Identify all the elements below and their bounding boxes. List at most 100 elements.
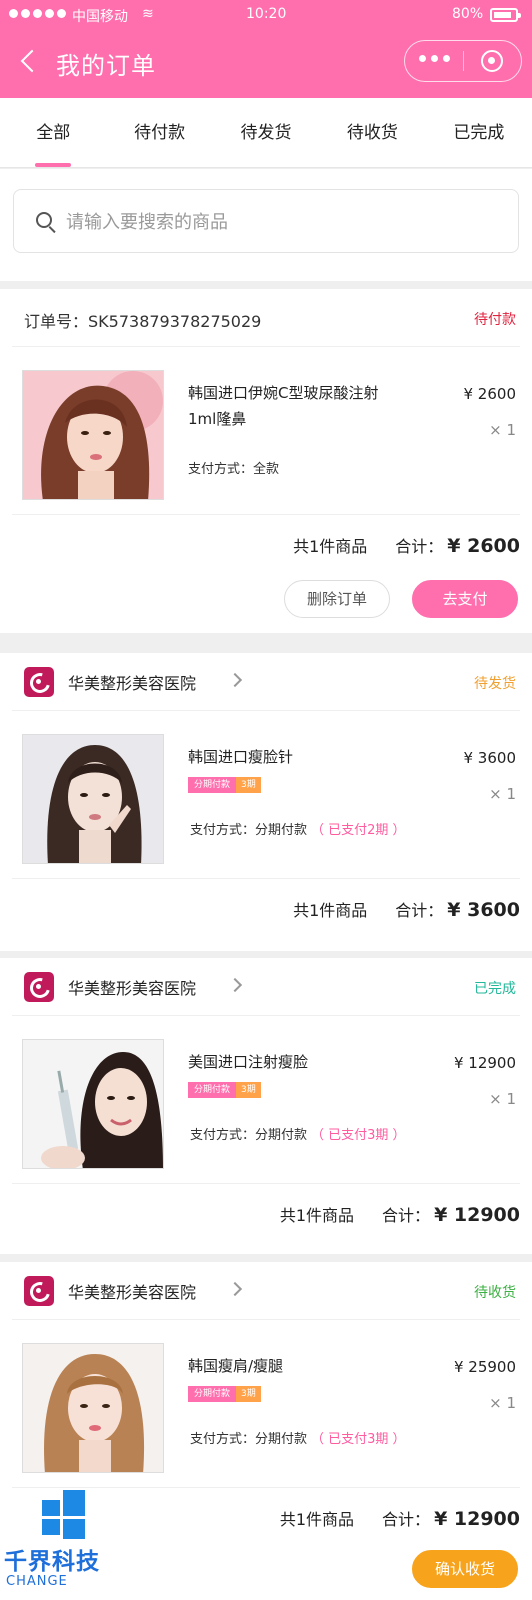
back-arrow-icon[interactable] [16,50,40,74]
product-thumbnail [22,1039,164,1169]
installment-tag-label: 分期付款 [188,1386,237,1402]
order-card: 订单号：SK573879378275029 待付款 韩国进口伊婉C型玻尿酸注射1… [0,289,532,633]
hospital-name: 华美整形美容医院 [68,979,197,998]
payment-method-label: 支付方式：分期付款 [190,1432,308,1447]
clock: 10:20 [246,6,287,22]
product-price: ¥ 25900 [453,1358,516,1376]
status-bar: 中国移动 ≋ 10:20 80% [0,0,532,30]
product-name: 韩国进口瘦脸针 [188,748,294,766]
installment-tag-periods: 3期 [236,777,261,793]
product-thumbnail [22,734,164,864]
confirm-receipt-button[interactable]: 确认收货 [412,1550,518,1588]
installment-tag-periods: 3期 [236,1082,261,1098]
payment-progress: （ 已支付3期 ） [311,1432,406,1447]
page-title: 我的订单 [56,52,156,80]
order-product[interactable]: 美国进口注射瘦脸 分期付款 3期 ¥ 12900 × 1 支付方式：分期付款（ 已… [12,1016,520,1184]
product-price: ¥ 3600 [463,749,517,767]
order-card-header[interactable]: 华美整形美容医院 已完成 [12,958,520,1016]
tab-pending-shipment[interactable]: 待发货 [213,98,319,167]
order-product[interactable]: 韩国瘦肩/瘦腿 分期付款 3期 ¥ 25900 × 1 支付方式：分期付款（ 已支… [12,1320,520,1488]
mini-program-capsule [404,40,522,82]
chevron-right-icon [227,977,243,993]
tab-all[interactable]: 全部 [0,98,106,167]
order-card-header: 订单号：SK573879378275029 待付款 [12,289,520,347]
wifi-icon: ≋ [142,6,154,22]
payment-method: 支付方式：分期付款（ 已支付3期 ） [190,1428,406,1447]
item-count: 共1件商品 [279,1206,355,1225]
payment-method-label: 支付方式：分期付款 [190,1128,308,1143]
product-price: ¥ 2600 [463,385,517,403]
product-name: 韩国瘦肩/瘦腿 [188,1357,284,1375]
order-status-badge: 待付款 [474,312,516,328]
product-quantity: × 1 [489,1090,516,1108]
order-card-footer: 共1件商品 合计： ¥ 12900 [12,1184,520,1254]
nav-bar: 我的订单 [0,38,532,88]
item-count: 共1件商品 [293,901,368,920]
item-count: 共1件商品 [279,1510,355,1529]
order-list-page: 中国移动 ≋ 10:20 80% 我的订单 全部 待付款 待发货 待收货 已完成 [0,0,532,1600]
product-name: 美国进口注射瘦脸 [188,1053,309,1071]
hospital-logo-icon [24,972,54,1002]
payment-method: 支付方式：全款 [188,462,280,477]
pay-now-button[interactable]: 去支付 [412,580,518,618]
installment-tag: 分期付款 3期 [188,777,261,793]
order-card-footer: 共1件商品 合计： ¥ 3600 [12,879,520,951]
order-total: ¥ 2600 [447,535,520,557]
installment-tag: 分期付款 3期 [188,1082,261,1098]
tab-pending-receipt[interactable]: 待收货 [319,98,425,167]
product-thumbnail [22,370,164,500]
installment-tag-label: 分期付款 [188,777,237,793]
order-product[interactable]: 韩国进口伊婉C型玻尿酸注射1ml隆鼻 ¥ 2600 × 1 支付方式：全款 [12,347,520,515]
hospital-name: 华美整形美容医院 [68,674,197,693]
installment-tag: 分期付款 3期 [188,1386,261,1402]
more-dots-icon[interactable] [419,55,450,62]
hospital-logo-icon [24,667,54,697]
header: 中国移动 ≋ 10:20 80% 我的订单 [0,0,532,98]
carrier-label: 中国移动 [72,9,128,25]
order-card-header[interactable]: 华美整形美容医院 待发货 [12,653,520,711]
hospital-logo-icon [24,1276,54,1306]
order-card-header[interactable]: 华美整形美容医院 待收货 [12,1262,520,1320]
order-summary: 共1件商品 合计： ¥ 2600 [293,533,520,557]
tab-pending-payment[interactable]: 待付款 [106,98,212,167]
payment-method-label: 支付方式：分期付款 [190,823,308,838]
total-label: 合计： [395,901,444,920]
battery-percent: 80% [452,6,484,22]
windows-logo-icon [36,1486,88,1540]
capsule-divider [463,51,464,71]
search-box[interactable] [13,189,519,253]
item-count: 共1件商品 [293,537,368,556]
installment-tag-label: 分期付款 [188,1082,237,1098]
brand-watermark: 千界科技 CHANGE [0,1484,130,1600]
order-card: 华美整形美容医院 待发货 韩国进口瘦脸针 分期付款 3期 ¥ 3600 × 1 … [0,653,532,951]
order-status-badge: 待发货 [474,676,516,692]
order-summary: 共1件商品 合计： ¥ 12900 [280,1202,520,1226]
product-quantity: × 1 [489,785,516,803]
search-section [0,169,532,281]
order-status-tabs: 全部 待付款 待发货 待收货 已完成 [0,98,532,168]
order-total: ¥ 3600 [447,899,520,921]
installment-tag-periods: 3期 [236,1386,261,1402]
tab-completed[interactable]: 已完成 [426,98,532,167]
order-number: 订单号：SK573879378275029 [24,312,262,331]
total-label: 合计： [382,1510,431,1529]
total-label: 合计： [382,1206,431,1225]
order-status-badge: 已完成 [474,981,516,997]
order-product[interactable]: 韩国进口瘦脸针 分期付款 3期 ¥ 3600 × 1 支付方式：分期付款（ 已支付… [12,711,520,879]
order-summary: 共1件商品 合计： ¥ 3600 [293,897,520,921]
order-card: 华美整形美容医院 已完成 美国进口注射瘦脸 分期付款 3期 ¥ 12900 × … [0,958,532,1254]
payment-method: 支付方式：分期付款（ 已支付2期 ） [190,819,406,838]
payment-progress: （ 已支付3期 ） [311,1128,406,1143]
payment-method: 支付方式：分期付款（ 已支付3期 ） [190,1124,406,1143]
product-quantity: × 1 [489,1394,516,1412]
search-icon [36,212,52,228]
order-card-footer: 共1件商品 合计： ¥ 2600 删除订单 去支付 [12,515,520,633]
payment-progress: （ 已支付2期 ） [311,823,406,838]
battery-icon [490,8,521,22]
delete-order-button[interactable]: 删除订单 [284,580,390,618]
total-label: 合计： [395,537,444,556]
watermark-name: 千界科技 [4,1549,100,1575]
search-input[interactable] [66,202,496,242]
order-summary: 共1件商品 合计： ¥ 12900 [280,1506,520,1530]
close-target-icon[interactable] [481,50,503,72]
